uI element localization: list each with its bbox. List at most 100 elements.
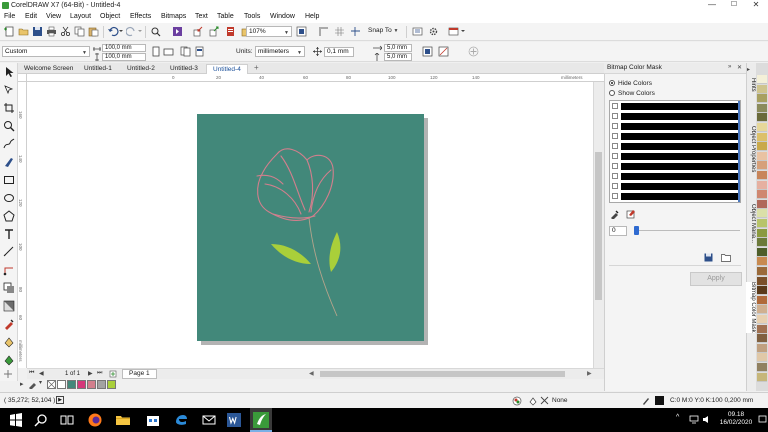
paste-icon[interactable] [88, 26, 99, 37]
volume-icon[interactable] [702, 415, 712, 424]
menu-text[interactable]: Text [195, 13, 208, 21]
coreldraw-taskbar-button[interactable] [250, 408, 272, 432]
minimize-button[interactable]: — [701, 0, 723, 11]
vertical-scrollbar-thumb[interactable] [595, 152, 602, 300]
nudge-distance-field[interactable]: 0,1 mm [324, 47, 354, 57]
palette-color-swatch[interactable] [757, 123, 767, 132]
mask-color-checkbox[interactable] [612, 183, 618, 189]
menu-view[interactable]: View [46, 13, 61, 21]
mask-color-row[interactable] [611, 172, 740, 180]
maximize-button[interactable]: ☐ [723, 0, 745, 11]
polygon-tool-icon[interactable] [3, 210, 15, 222]
color-profile-icon[interactable] [512, 396, 522, 406]
search-content-icon[interactable] [150, 26, 161, 37]
add-icon[interactable] [468, 46, 479, 57]
mask-color-checkbox[interactable] [612, 193, 618, 199]
page-size-preset-combo[interactable]: Custom ▼ [2, 46, 90, 57]
mask-color-checkbox[interactable] [612, 173, 618, 179]
tab-untitled-2[interactable]: Untitled-2 [121, 64, 161, 74]
palette-color-swatch[interactable] [757, 161, 767, 171]
page-artboard[interactable] [197, 114, 424, 341]
show-hidden-icons-icon[interactable]: ^ [676, 414, 679, 421]
edge-icon[interactable] [173, 412, 189, 428]
mask-color-row[interactable] [611, 192, 740, 200]
export-icon[interactable] [209, 26, 220, 37]
ellipse-tool-icon[interactable] [3, 192, 15, 204]
palette-color-swatch[interactable] [757, 372, 767, 382]
connector-tool-icon[interactable] [3, 264, 15, 276]
page-width-field[interactable]: 100,0 mm [102, 44, 146, 52]
palette-color-swatch[interactable] [757, 257, 767, 267]
menu-bitmaps[interactable]: Bitmaps [161, 13, 186, 21]
menu-window[interactable]: Window [270, 13, 295, 21]
palette-color-swatch[interactable] [757, 276, 767, 286]
interactive-fill-tool-icon[interactable] [3, 336, 15, 348]
artistic-media-tool-icon[interactable] [3, 156, 15, 168]
horizontal-scrollbar-thumb[interactable] [320, 371, 565, 377]
color-swatch[interactable] [107, 380, 116, 389]
palette-color-swatch[interactable] [757, 363, 767, 372]
menu-file[interactable]: File [4, 13, 15, 21]
snap-to-dropdown[interactable]: Snap To ▼ [368, 27, 399, 34]
palette-color-swatch[interactable] [757, 75, 767, 84]
page-tab[interactable]: Page 1 [122, 369, 157, 379]
mask-color-row[interactable] [611, 132, 740, 140]
save-mask-icon[interactable] [704, 253, 713, 262]
open-mask-icon[interactable] [721, 253, 731, 262]
scroll-left-icon[interactable]: ◀ [309, 370, 314, 377]
word-icon[interactable] [226, 412, 242, 428]
docker-expand-icon[interactable]: » [728, 64, 731, 70]
palette-color-swatch[interactable] [757, 151, 767, 161]
apply-button[interactable]: Apply [690, 272, 742, 286]
mask-color-checkbox[interactable] [612, 153, 618, 159]
transparency-tool-icon[interactable] [3, 300, 15, 312]
full-screen-preview-icon[interactable] [296, 26, 307, 37]
eyedropper-icon[interactable] [28, 380, 37, 389]
show-grid-icon[interactable] [334, 26, 345, 37]
menu-table[interactable]: Table [217, 13, 234, 21]
copy-icon[interactable] [74, 26, 85, 37]
ruler-origin[interactable] [18, 74, 27, 82]
drop-shadow-tool-icon[interactable] [3, 282, 15, 294]
color-swatch[interactable] [97, 380, 106, 389]
draw-align-icon[interactable] [438, 46, 449, 57]
open-folder-icon[interactable] [18, 26, 29, 37]
palette-color-swatch[interactable] [757, 94, 767, 104]
launch-icon[interactable] [448, 26, 466, 37]
undo-icon[interactable] [107, 26, 123, 37]
duplicate-distance-x-field[interactable]: 5,0 mm [384, 44, 412, 52]
palette-color-swatch[interactable] [757, 324, 767, 334]
cut-icon[interactable] [60, 26, 71, 37]
mask-color-checkbox[interactable] [612, 163, 618, 169]
palette-color-swatch[interactable] [757, 267, 767, 276]
show-guidelines-icon[interactable] [350, 26, 361, 37]
zoom-level-combo[interactable]: 107% ▼ [246, 26, 292, 37]
color-swatch[interactable] [77, 380, 86, 389]
text-tool-icon[interactable] [3, 228, 15, 240]
scroll-right-icon[interactable]: ▶ [587, 370, 592, 377]
flower-drawing[interactable] [197, 114, 424, 341]
new-document-icon[interactable] [4, 26, 15, 37]
mask-color-list[interactable] [609, 100, 741, 203]
color-eyedropper-tool-icon[interactable] [3, 318, 15, 330]
tolerance-field[interactable]: 0 [609, 226, 627, 236]
show-colors-radio[interactable] [609, 90, 615, 96]
side-tabs-arrow-icon[interactable]: ▸ [747, 66, 750, 73]
freehand-tool-icon[interactable] [3, 138, 15, 150]
palette-color-swatch[interactable] [757, 103, 767, 113]
previous-page-icon[interactable]: ◀ [39, 370, 44, 377]
palette-color-swatch[interactable] [757, 238, 767, 248]
add-tool-icon[interactable] [3, 369, 13, 379]
smart-fill-tool-icon[interactable] [3, 354, 15, 366]
shape-tool-icon[interactable] [3, 84, 15, 96]
import-icon[interactable] [193, 26, 204, 37]
new-tab-icon[interactable]: + [254, 63, 259, 72]
mask-color-row[interactable] [611, 182, 740, 190]
palette-menu-icon[interactable]: ▸ [20, 380, 24, 388]
edit-color-icon[interactable] [626, 209, 636, 219]
side-tab-object-manager[interactable]: Object Mana... [746, 204, 756, 243]
palette-color-swatch[interactable] [757, 180, 767, 190]
palette-color-swatch[interactable] [757, 199, 767, 209]
palette-arrow-icon[interactable]: ▾ [39, 379, 42, 386]
windows-start-icon[interactable] [8, 412, 24, 428]
